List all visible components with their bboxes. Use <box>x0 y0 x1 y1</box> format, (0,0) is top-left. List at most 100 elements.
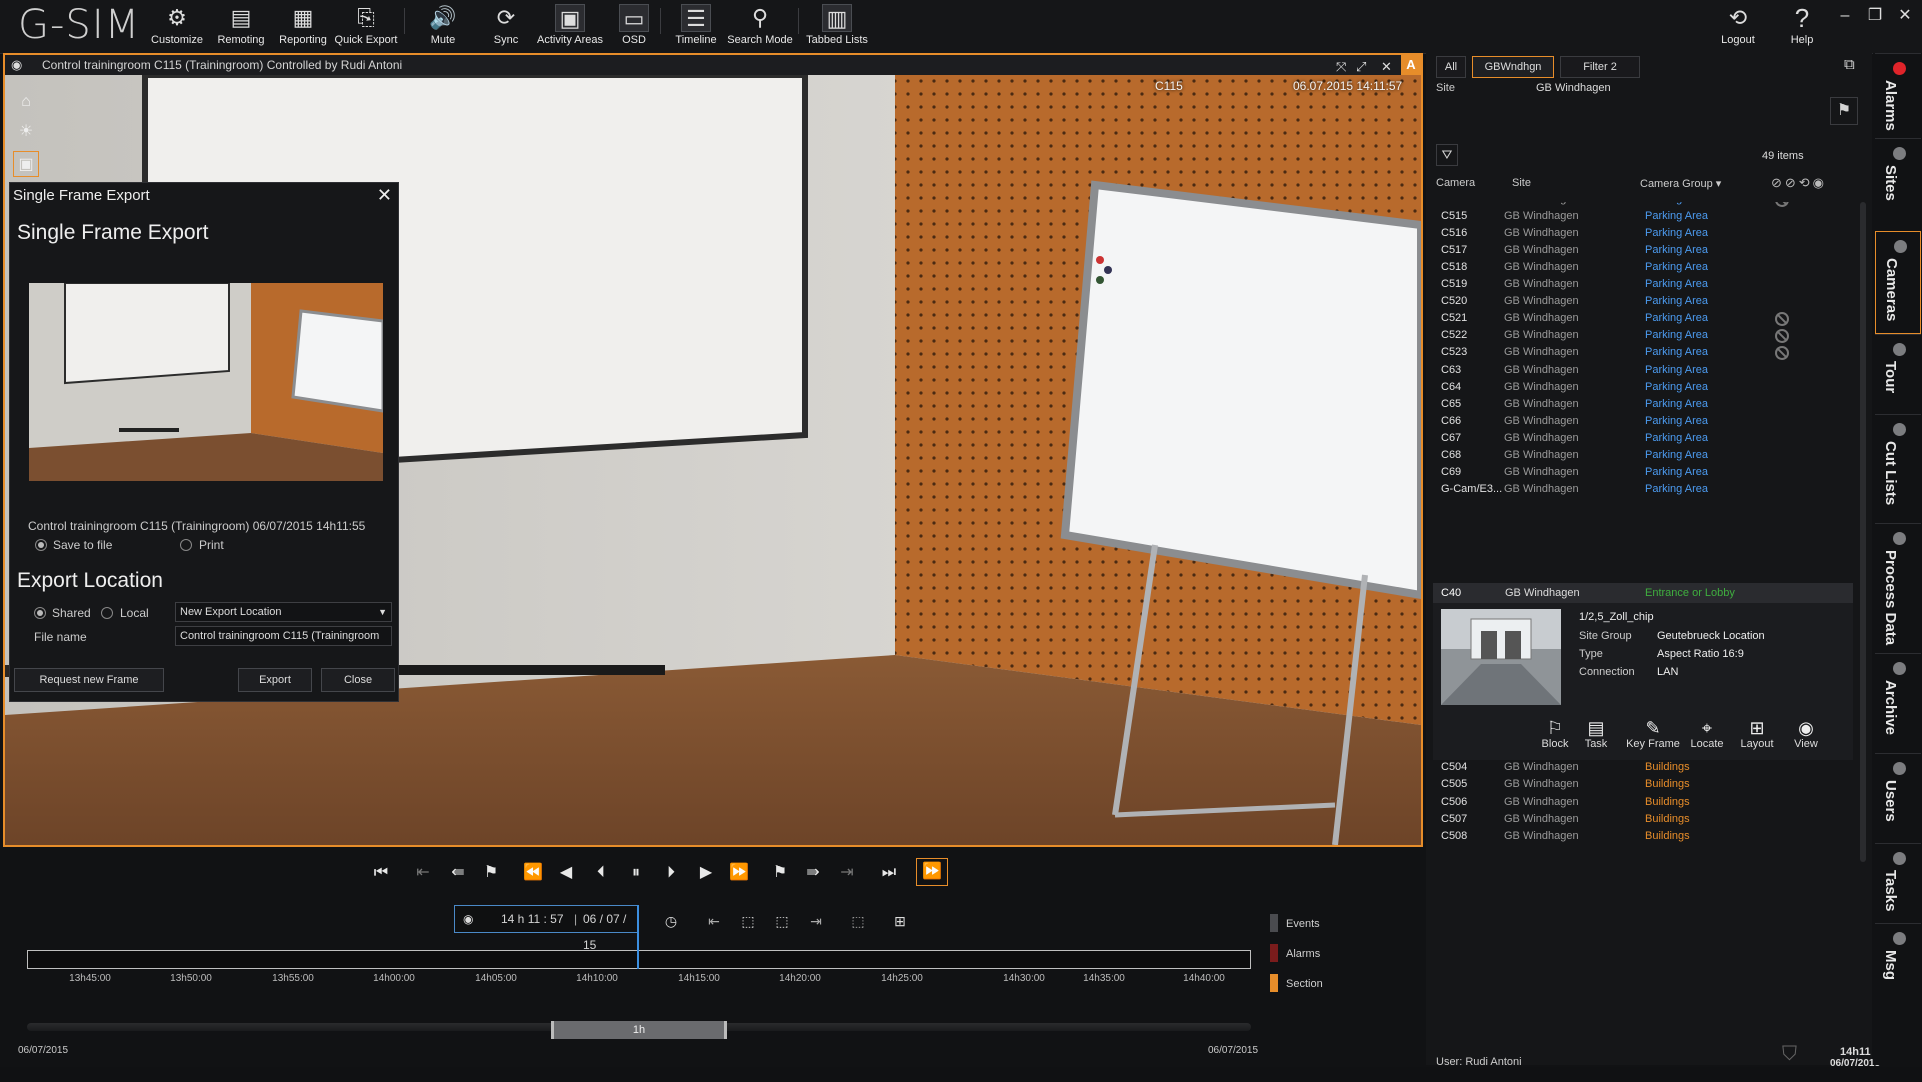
play-reverse-icon[interactable]: ◀ <box>553 860 579 886</box>
side-tab-tasks[interactable]: Tasks <box>1875 843 1921 923</box>
key-frame-button[interactable]: ✎ Key Frame <box>1625 718 1681 750</box>
blocked-icon[interactable] <box>1775 312 1789 327</box>
close-icon[interactable]: ✕ <box>1892 4 1918 28</box>
help-button[interactable]: ? Help <box>1784 4 1820 52</box>
snapshot-icon[interactable]: ⊞ <box>888 909 912 933</box>
dialog-close-icon[interactable]: ✕ <box>377 185 392 206</box>
column-camera[interactable]: Camera <box>1436 177 1475 189</box>
timeline-cursor[interactable] <box>637 905 639 969</box>
print-radio[interactable] <box>180 539 192 551</box>
view-button[interactable]: ◉ View <box>1789 718 1823 750</box>
side-tab-archive[interactable]: Archive <box>1875 653 1921 753</box>
close-viewer-icon[interactable]: ✕ <box>1381 57 1392 77</box>
live-icon[interactable]: ⏩ <box>916 858 948 886</box>
timeline-bar[interactable] <box>27 950 1251 969</box>
clock-icon[interactable]: ◷ <box>659 909 683 933</box>
logout-label: Logout <box>1721 34 1755 46</box>
next-marker-icon[interactable]: ⚑ <box>767 860 793 886</box>
panel-menu-icon[interactable]: ⧉ <box>1844 56 1855 73</box>
mark-out-icon[interactable]: ⇥ <box>804 909 828 933</box>
jump-start-icon[interactable]: ⏮ <box>368 860 394 886</box>
camera-row[interactable]: G-Cam/E3... GB Windhagen Parking Area <box>1433 479 1858 500</box>
filter-icon[interactable]: ⛛ <box>1436 144 1458 166</box>
selected-camera-row[interactable]: C40 GB Windhagen Entrance or Lobby <box>1433 583 1853 603</box>
set-end-icon[interactable]: ⬚ <box>770 909 794 933</box>
block-button[interactable]: ⚐ Block <box>1537 718 1573 750</box>
zoom-window-handle[interactable]: 1h <box>551 1021 727 1039</box>
tab-gbwndhgn[interactable]: GBWndhgn <box>1472 56 1554 78</box>
close-button[interactable]: Close <box>321 668 395 692</box>
side-tab-process-data[interactable]: Process Data <box>1875 523 1921 653</box>
export-range-icon[interactable]: ⬚ <box>846 909 870 933</box>
prev-bookmark-icon[interactable]: ⇚ <box>445 860 471 886</box>
blocked-icon[interactable] <box>1775 346 1789 361</box>
step-back-icon[interactable]: ⏴ <box>588 860 614 886</box>
side-tab-tour[interactable]: Tour <box>1875 334 1921 414</box>
restore-icon[interactable]: ❐ <box>1862 4 1888 28</box>
tabbed-lists-button[interactable]: ▥ Tabbed Lists <box>806 4 868 52</box>
rewind-icon[interactable]: ⏪ <box>520 860 546 886</box>
dialog-title: Single Frame Export <box>13 187 150 204</box>
customize-button[interactable]: ⚙ Customize <box>148 4 206 52</box>
remoting-button[interactable]: ▤ Remoting <box>214 4 268 52</box>
blocked-icon[interactable] <box>1775 329 1789 344</box>
entrance-thumbnail <box>1441 609 1561 705</box>
site-camera-icon[interactable]: ⚑ <box>1830 97 1858 125</box>
tab-all[interactable]: All <box>1436 56 1466 78</box>
fast-forward-icon[interactable]: ⏩ <box>726 860 752 886</box>
next-event-icon[interactable]: ⇥ <box>834 860 860 886</box>
play-icon[interactable]: ▶ <box>693 860 719 886</box>
minimize-icon[interactable]: – <box>1832 4 1858 28</box>
mute-button[interactable]: 🔊 Mute <box>420 4 466 52</box>
time-display[interactable]: ◉ 14 h 11 : 57 | 06 / 07 / 15 <box>454 905 638 952</box>
tab-filter-2[interactable]: Filter 2 <box>1560 56 1640 78</box>
set-start-icon[interactable]: ⬚ <box>736 909 760 933</box>
jump-end-icon[interactable]: ⏭ <box>876 860 902 886</box>
fit-icon[interactable]: ⤧ <box>1336 57 1346 77</box>
locate-button[interactable]: ⌖ Locate <box>1687 718 1727 750</box>
osd-button[interactable]: ▭ OSD <box>616 4 652 52</box>
side-tab-cameras[interactable]: Cameras <box>1875 231 1921 334</box>
camera-row[interactable]: C508 GB Windhagen Buildings <box>1433 826 1858 847</box>
task-button[interactable]: ▤ Task <box>1579 718 1613 750</box>
shared-radio[interactable] <box>34 607 46 619</box>
save-to-file-radio[interactable] <box>35 539 47 551</box>
layout-button[interactable]: ⊞ Layout <box>1737 718 1777 750</box>
column-camera-group[interactable]: Camera Group ▾ <box>1640 177 1721 190</box>
status-dot-icon <box>1893 762 1906 775</box>
prev-marker-icon[interactable]: ⚑ <box>478 860 504 886</box>
filter-tool-icon[interactable]: ⌂ <box>13 89 39 115</box>
side-tab-users[interactable]: Users <box>1875 753 1921 843</box>
column-status-icons: ⊘⊘⟲◉ <box>1771 175 1828 190</box>
maximize-icon[interactable]: ⤢ <box>1356 57 1366 77</box>
side-tab-alarms[interactable]: Alarms <box>1875 53 1921 138</box>
side-tab-sites[interactable]: Sites <box>1875 138 1921 231</box>
local-radio[interactable] <box>101 607 113 619</box>
frame-caption: Control trainingroom C115 (Trainingroom)… <box>28 519 366 533</box>
eye-icon[interactable]: ◉ <box>11 55 22 75</box>
export-location-select[interactable]: New Export Location ▼ <box>175 602 392 622</box>
pause-icon[interactable]: ⏸ <box>623 860 649 886</box>
request-new-frame-button[interactable]: Request new Frame <box>14 668 164 692</box>
prev-event-icon[interactable]: ⇤ <box>410 860 436 886</box>
reporting-button[interactable]: ▦ Reporting <box>276 4 330 52</box>
export-button[interactable]: Export <box>238 668 312 692</box>
activity-areas-button[interactable]: ▣ Activity Areas <box>536 4 604 52</box>
logout-button[interactable]: ⟲ Logout <box>1718 4 1758 52</box>
locate-icon: ⌖ <box>1701 718 1713 738</box>
side-tab-cut-lists[interactable]: Cut Lists <box>1875 414 1921 523</box>
next-bookmark-icon[interactable]: ⇛ <box>800 860 826 886</box>
quick-export-button[interactable]: ⎘ Quick Export <box>334 4 398 52</box>
step-forward-icon[interactable]: ⏵ <box>658 860 684 886</box>
column-site[interactable]: Site <box>1512 177 1531 189</box>
search-mode-button[interactable]: ⚲ Search Mode <box>726 4 794 52</box>
timeline-button[interactable]: ☰ Timeline <box>672 4 720 52</box>
sync-button[interactable]: ⟳ Sync <box>484 4 528 52</box>
mark-in-icon[interactable]: ⇤ <box>702 909 726 933</box>
brightness-icon[interactable]: ☀ <box>13 119 39 145</box>
list-scrollbar[interactable] <box>1860 202 1866 862</box>
side-tab-msg[interactable]: Msg <box>1875 923 1921 1033</box>
file-name-input[interactable]: Control trainingroom C115 (Trainingroom <box>175 626 392 646</box>
timeline-tick-label: 13h45:00 <box>69 973 111 984</box>
export-frame-icon[interactable]: ▣ <box>13 151 39 177</box>
